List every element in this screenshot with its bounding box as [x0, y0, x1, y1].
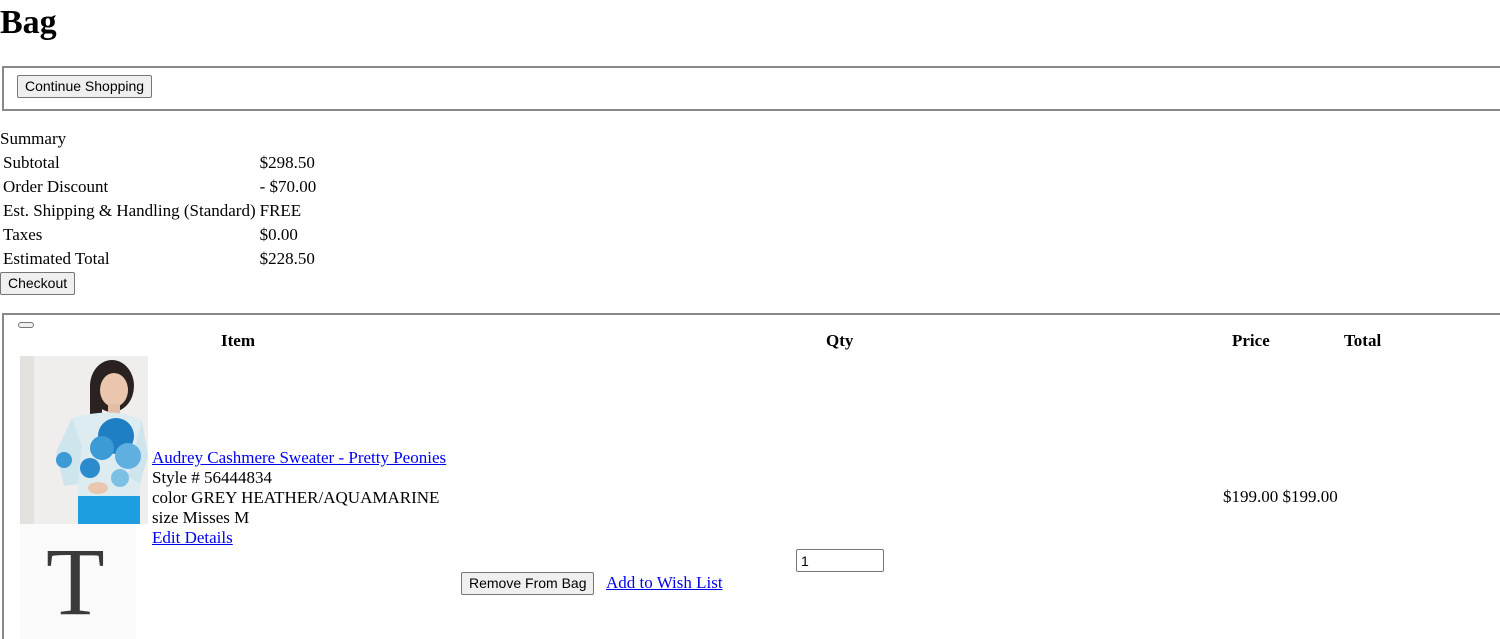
- column-header-qty: Qty: [826, 331, 854, 350]
- column-header-price: Price: [1232, 331, 1270, 350]
- price-total-line: $199.00 $199.00: [1223, 487, 1338, 507]
- summary-row-subtotal: Subtotal $298.50: [2, 152, 317, 174]
- quantity-input[interactable]: [796, 549, 884, 572]
- promo-letter: T: [46, 528, 105, 635]
- continue-shopping-button[interactable]: Continue Shopping: [17, 75, 153, 98]
- collapse-toggle-button[interactable]: [18, 322, 34, 328]
- summary-label: Order Discount: [3, 177, 109, 196]
- summary-row-taxes: Taxes $0.00: [2, 224, 317, 246]
- remove-from-bag-button[interactable]: Remove From Bag: [461, 572, 595, 595]
- product-image[interactable]: [20, 356, 148, 524]
- edit-details-link[interactable]: Edit Details: [152, 528, 233, 547]
- page-title: Bag: [0, 4, 57, 41]
- summary-row-discount: Order Discount - $70.00: [2, 176, 317, 198]
- summary-row-shipping: Est. Shipping & Handling (Standard) FREE: [2, 200, 317, 222]
- promo-logo-image: T: [20, 524, 136, 639]
- product-color: color GREY HEATHER/AQUAMARINE: [152, 488, 440, 507]
- summary-label: Subtotal: [3, 153, 60, 172]
- summary-row-total: Estimated Total $228.50: [2, 248, 317, 270]
- top-toolbar-box: [2, 66, 1500, 111]
- summary-value: $0.00: [259, 225, 298, 244]
- summary-label: Taxes: [3, 225, 43, 244]
- column-header-item: Item: [221, 331, 255, 350]
- product-photo-icon: [20, 356, 148, 524]
- item-details: Audrey Cashmere Sweater - Pretty Peonies…: [152, 448, 446, 548]
- add-to-wish-list-link[interactable]: Add to Wish List: [606, 572, 723, 593]
- summary-value: $298.50: [259, 153, 315, 172]
- product-size: size Misses M: [152, 508, 250, 527]
- checkout-button[interactable]: Checkout: [0, 272, 76, 295]
- item-total: $199.00: [1282, 487, 1338, 506]
- summary-table: Subtotal $298.50 Order Discount - $70.00…: [0, 150, 319, 272]
- column-header-total: Total: [1344, 331, 1382, 350]
- summary-caption: Summary: [0, 129, 67, 148]
- summary-value: $228.50: [259, 249, 315, 268]
- summary-value: - $70.00: [259, 177, 317, 196]
- summary-label: Est. Shipping & Handling (Standard): [3, 201, 256, 220]
- product-style: Style # 56444834: [152, 468, 272, 487]
- summary-value: FREE: [259, 201, 302, 220]
- product-name-link[interactable]: Audrey Cashmere Sweater - Pretty Peonies: [152, 448, 446, 467]
- item-price: $199.00: [1223, 487, 1279, 506]
- summary-label: Estimated Total: [3, 249, 110, 268]
